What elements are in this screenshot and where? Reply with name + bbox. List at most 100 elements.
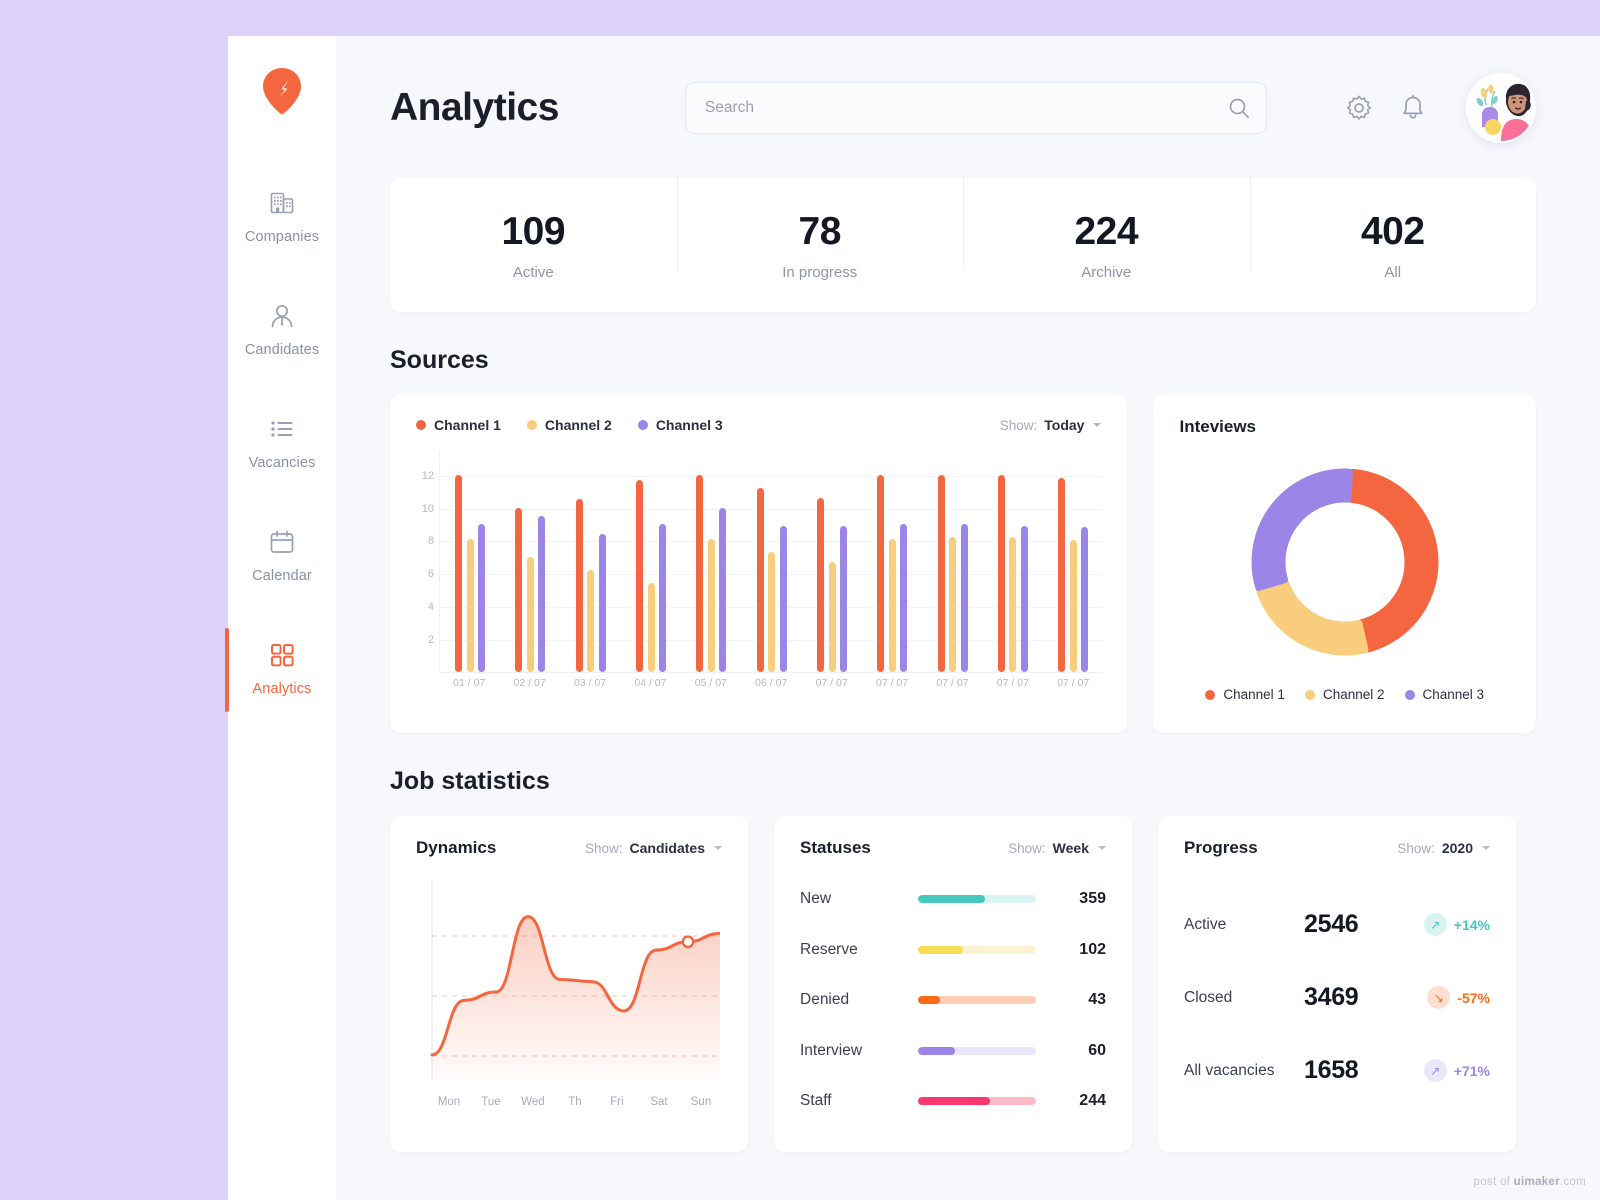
bar[interactable] (768, 551, 776, 672)
bar-group (500, 451, 560, 672)
bar[interactable] (659, 524, 667, 672)
show-value: Candidates (629, 840, 705, 856)
sources-show-dropdown[interactable]: Show: Today (1000, 417, 1102, 433)
progress-show-dropdown[interactable]: Show: 2020 (1397, 840, 1490, 856)
donut-slice[interactable] (1346, 468, 1439, 653)
bar[interactable] (526, 556, 534, 672)
stat-archive: 224 Archive (963, 173, 1250, 281)
bar[interactable] (587, 570, 595, 672)
sidebar-item-companies[interactable]: Companies (228, 174, 336, 259)
bar-group (983, 451, 1043, 672)
status-progress-bar[interactable] (918, 945, 1036, 954)
bar[interactable] (515, 507, 523, 672)
x-axis-label: 01 / 07 (453, 677, 486, 689)
legend-item[interactable]: Channel 3 (637, 417, 723, 433)
bar[interactable] (1058, 477, 1066, 672)
stats-card: 109 Active 78 In progress 224 Archive 40… (390, 173, 1537, 312)
dynamics-show-dropdown[interactable]: Show: Candidates (585, 840, 722, 856)
legend-item[interactable]: Channel 2 (526, 417, 612, 433)
bar[interactable] (636, 479, 644, 672)
bar[interactable] (1009, 537, 1017, 672)
bar[interactable] (466, 538, 474, 672)
sidebar-item-analytics[interactable]: Analytics (225, 626, 336, 712)
stat-value: 78 (798, 209, 842, 253)
status-progress-bar[interactable] (918, 1046, 1036, 1055)
bar-chart-plot (439, 451, 1104, 673)
bar[interactable] (997, 474, 1005, 672)
donut-legend: Channel 1 Channel 2 Channel 3 (1153, 687, 1536, 702)
bar[interactable] (719, 507, 727, 672)
bar[interactable] (877, 474, 885, 672)
bar[interactable] (960, 524, 968, 672)
gear-icon[interactable] (1344, 93, 1374, 123)
y-axis-tick: 8 (427, 535, 434, 548)
calendar-icon (270, 530, 294, 553)
donut-slice[interactable] (1251, 468, 1353, 591)
status-progress-bar[interactable] (918, 1097, 1036, 1106)
interviews-panel-head: Inteviews (1153, 395, 1536, 437)
bar[interactable] (888, 538, 896, 672)
bar[interactable] (598, 533, 606, 672)
search-icon[interactable] (1227, 96, 1251, 120)
progress-panel: Progress Show: 2020 Active 2546 ↗ +14% Close… (1158, 816, 1516, 1152)
bar[interactable] (707, 538, 715, 672)
legend-item[interactable]: Channel 3 (1404, 687, 1484, 702)
bar[interactable] (455, 474, 463, 672)
chevron-down-icon (1093, 423, 1102, 427)
sidebar-item-calendar[interactable]: Calendar (228, 513, 336, 598)
sources-row: Channel 1 Channel 2 Channel 3 Show: Toda… (390, 395, 1536, 733)
donut-slice[interactable] (1256, 578, 1369, 656)
legend-item[interactable]: Channel 1 (416, 417, 501, 433)
statuses-list: New 359 Reserve 102 Denied 43 Interview 60 Staff… (774, 858, 1132, 1127)
bar[interactable] (900, 524, 908, 672)
bar-group (561, 451, 621, 672)
dynamics-area-chart (430, 880, 722, 1086)
search-input[interactable] (684, 82, 1267, 134)
sidebar-item-candidates[interactable]: Candidates (228, 287, 336, 372)
bar[interactable] (1069, 540, 1077, 672)
bar[interactable] (817, 497, 825, 672)
map-pin-bolt-icon (263, 68, 301, 115)
sidebar-item-label: Candidates (244, 342, 320, 358)
watermark: post of uimaker.com (1474, 1176, 1586, 1188)
bar[interactable] (538, 515, 546, 672)
progress-label: All vacancies (1184, 1061, 1275, 1079)
legend-item[interactable]: Channel 1 (1205, 687, 1285, 702)
bar[interactable] (478, 524, 486, 672)
watermark-post: .com (1559, 1176, 1586, 1188)
app-logo[interactable] (260, 66, 304, 116)
bar-chart-groups (440, 451, 1103, 672)
bar[interactable] (949, 537, 957, 672)
bell-icon[interactable] (1398, 93, 1428, 123)
progress-delta: ↘ -57% (1427, 986, 1490, 1009)
bar[interactable] (1020, 525, 1028, 672)
watermark-pre: post of (1473, 1176, 1514, 1188)
bar[interactable] (696, 474, 704, 672)
bar[interactable] (779, 525, 787, 672)
status-progress-bar[interactable] (918, 996, 1036, 1005)
avatar[interactable] (1466, 73, 1536, 143)
user-icon (271, 304, 293, 328)
bar[interactable] (937, 474, 945, 672)
stat-all: 402 All (1249, 173, 1537, 281)
bar[interactable] (1081, 527, 1089, 672)
dynamics-chart-svg (430, 880, 722, 1080)
stat-label: Archive (1081, 263, 1132, 281)
legend-dot (416, 420, 426, 430)
statuses-show-dropdown[interactable]: Show: Week (1008, 840, 1106, 856)
bar[interactable] (756, 487, 764, 672)
bar[interactable] (828, 561, 836, 672)
bar[interactable] (575, 499, 583, 672)
bar[interactable] (840, 525, 848, 672)
status-progress-fill (918, 1046, 955, 1055)
y-axis-tick: 12 (421, 469, 434, 482)
status-value: 359 (1079, 890, 1106, 908)
sidebar-item-vacancies[interactable]: Vacancies (228, 400, 336, 485)
status-progress-bar[interactable] (918, 895, 1036, 904)
legend-item[interactable]: Channel 2 (1304, 687, 1385, 702)
panel-title: Progress (1184, 838, 1258, 857)
bar[interactable] (647, 583, 655, 672)
dynamics-data-point[interactable] (681, 935, 695, 949)
chevron-down-icon (1098, 846, 1106, 850)
sources-chart-panel: Channel 1 Channel 2 Channel 3 Show: Toda… (390, 395, 1128, 733)
